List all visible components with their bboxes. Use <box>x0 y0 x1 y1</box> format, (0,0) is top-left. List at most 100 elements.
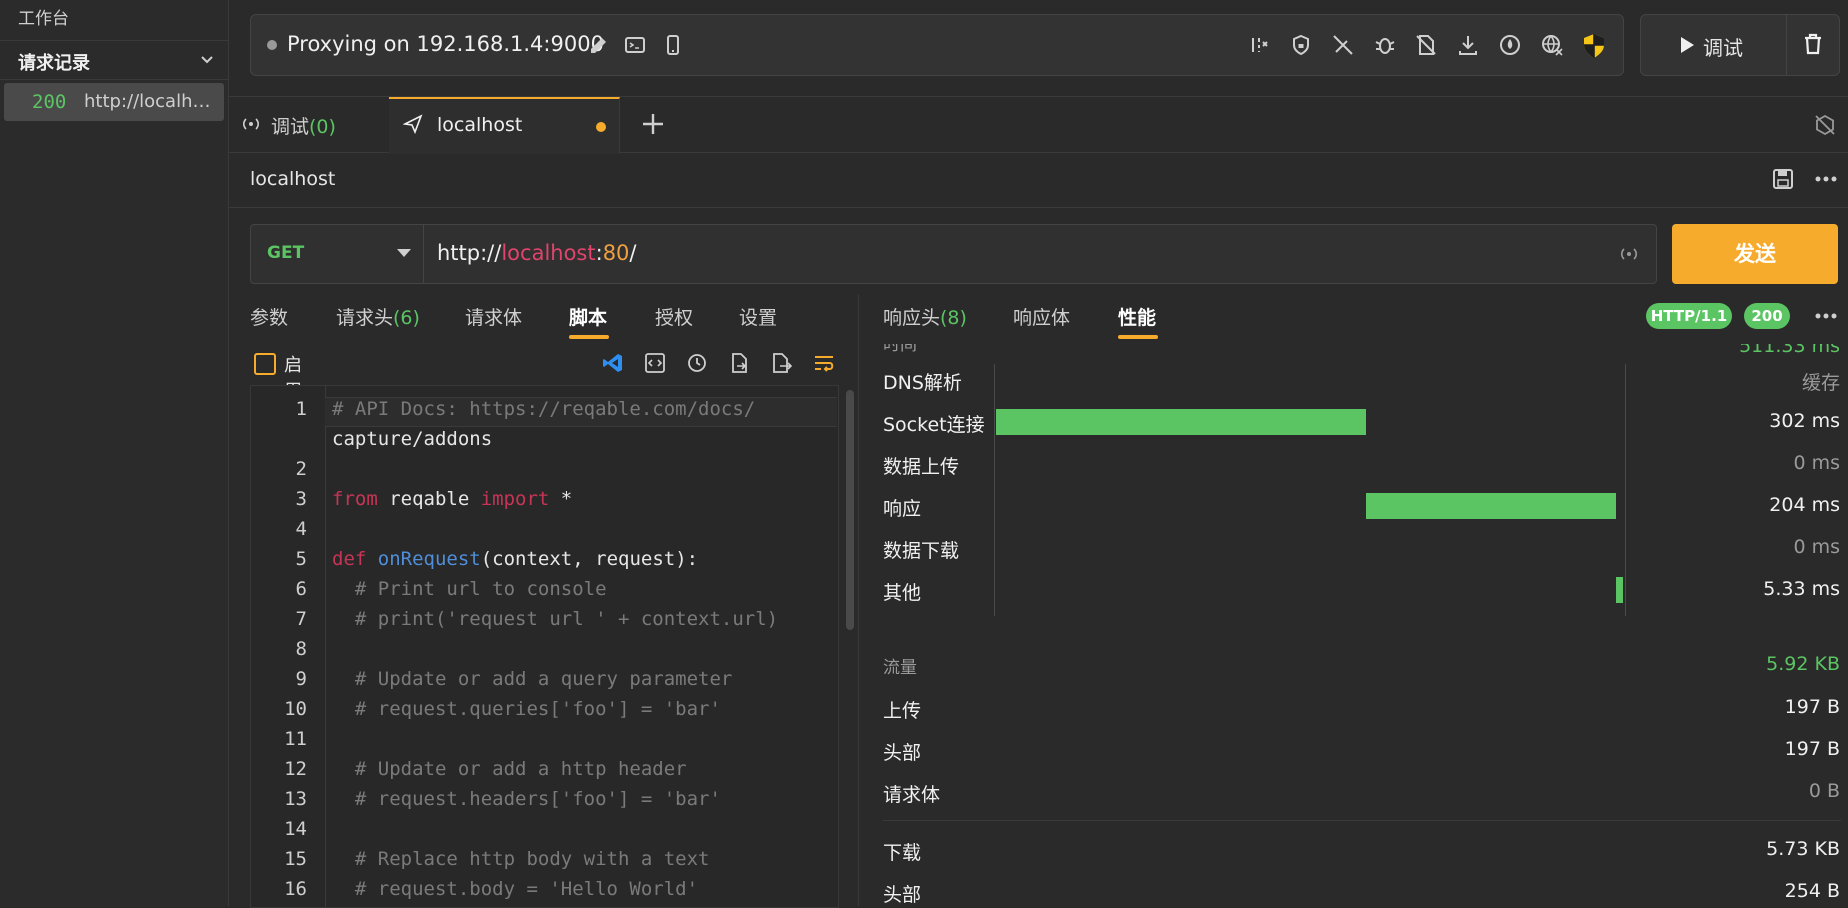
timing-bar <box>1366 493 1617 519</box>
timing-value: 缓存 <box>1801 372 1840 394</box>
history-icon[interactable] <box>686 352 708 374</box>
code-line: capture/addons <box>332 428 493 450</box>
run-label: 调试 <box>1703 36 1743 60</box>
status-badge: 200 <box>1744 303 1790 329</box>
up-headers-value: 197 B <box>1784 738 1840 760</box>
tab-response-headers[interactable]: 响应头(8) <box>883 303 967 330</box>
wrap-text-icon[interactable] <box>813 352 835 374</box>
timing-label: 响应 <box>883 498 922 520</box>
tab-debug[interactable]: 调试(0) <box>229 97 390 152</box>
tab-performance[interactable]: 性能 <box>1118 303 1156 330</box>
send-icon <box>403 114 423 134</box>
timing-label: 数据下载 <box>883 540 960 562</box>
method-select[interactable]: GET <box>251 225 424 283</box>
security-shield-icon[interactable] <box>1582 33 1606 58</box>
up-headers-label: 头部 <box>883 742 922 764</box>
down-headers-label: 头部 <box>883 884 922 906</box>
record-url: http://localhost:80/ <box>84 91 214 112</box>
shield-lock-icon[interactable] <box>1289 33 1313 57</box>
add-tab-icon[interactable] <box>640 111 666 137</box>
code-line: # Update or add a http header <box>332 758 687 780</box>
url-scheme: http:// <box>437 241 502 265</box>
section-title: 请求记录 <box>18 53 90 74</box>
code-icon[interactable] <box>644 352 666 374</box>
url-path: / <box>629 241 637 265</box>
editor-scrollbar[interactable] <box>846 390 854 630</box>
tab-auth[interactable]: 授权 <box>655 303 693 330</box>
timing-value: 5.33 ms <box>1763 578 1840 600</box>
tab-localhost[interactable]: localhost <box>389 97 620 154</box>
checkbox-box <box>254 353 276 375</box>
tab-label: 调试 <box>271 116 310 138</box>
url-bar: GET http://localhost:80/ <box>250 224 1657 284</box>
tab-script[interactable]: 脚本 <box>569 303 607 330</box>
line-number: 4 <box>295 518 307 540</box>
play-icon <box>1679 36 1695 54</box>
line-number: 6 <box>295 578 307 600</box>
file-export-icon[interactable] <box>770 352 792 374</box>
upload-value: 197 B <box>1784 696 1840 718</box>
script-editor[interactable]: 1 # API Docs: https://reqable.com/docs/ca… <box>250 385 839 908</box>
protocol-badge: HTTP/1.1 <box>1646 303 1732 329</box>
timing-label: DNS解析 <box>883 372 962 394</box>
line-number: 16 <box>284 878 307 900</box>
down-headers-value: 254 B <box>1784 880 1840 902</box>
mobile-icon[interactable] <box>661 33 685 57</box>
tab-settings[interactable]: 设置 <box>739 303 777 330</box>
debug-run-button[interactable]: 调试 <box>1640 14 1787 76</box>
tab-request-body[interactable]: 请求体 <box>465 303 522 330</box>
line-number: 2 <box>295 458 307 480</box>
line-number: 3 <box>295 488 307 510</box>
method-value: GET <box>267 243 305 263</box>
line-number: 9 <box>295 668 307 690</box>
code-line: # Print url to console <box>332 578 607 600</box>
request-history-section[interactable]: 请求记录 <box>0 40 228 80</box>
tab-params[interactable]: 参数 <box>250 303 288 330</box>
terminal-icon[interactable] <box>623 33 647 57</box>
workspace-title[interactable]: 工作台 <box>18 4 69 29</box>
line-number: 15 <box>284 848 307 870</box>
clear-button[interactable] <box>1786 14 1840 76</box>
code-line: # Update or add a query parameter <box>332 668 733 690</box>
tab-label: localhost <box>437 114 523 136</box>
code-line: # API Docs: https://reqable.com/docs/ <box>332 398 756 420</box>
tab-response-body[interactable]: 响应体 <box>1013 303 1070 330</box>
no-file-icon[interactable] <box>1414 33 1438 57</box>
timing-value: 302 ms <box>1769 410 1840 432</box>
up-body-value: 0 B <box>1808 780 1840 802</box>
tab-count: (0) <box>309 116 336 138</box>
line-number: 12 <box>284 758 307 780</box>
chevron-down-icon[interactable] <box>200 53 214 67</box>
request-title[interactable]: localhost <box>250 168 335 190</box>
more-icon[interactable] <box>1815 313 1837 319</box>
no-network-icon[interactable] <box>1813 113 1837 137</box>
split-icon[interactable] <box>1247 33 1271 57</box>
vscode-icon[interactable] <box>602 352 624 374</box>
globe-off-icon[interactable] <box>1540 33 1564 57</box>
code-line: # Replace http body with a text <box>332 848 710 870</box>
timing-label: 其他 <box>883 582 922 604</box>
line-number: 7 <box>295 608 307 630</box>
drop-icon[interactable] <box>1498 33 1522 57</box>
timing-value: 0 ms <box>1793 536 1840 558</box>
broadcast-icon[interactable] <box>1619 245 1639 263</box>
upload-label: 上传 <box>883 700 922 722</box>
send-button[interactable]: 发送 <box>1672 224 1838 284</box>
no-edit-icon[interactable] <box>1331 33 1355 57</box>
list-item[interactable]: 200 http://localhost:80/ <box>4 83 224 121</box>
sidebar: 工作台 请求记录 200 http://localhost:80/ <box>0 0 229 906</box>
more-icon[interactable] <box>1815 176 1837 182</box>
save-icon[interactable] <box>1772 168 1794 190</box>
download-icon[interactable] <box>1456 33 1480 57</box>
bug-icon[interactable] <box>1373 33 1397 57</box>
tab-request-headers[interactable]: 请求头(6) <box>336 303 420 330</box>
download-label: 下载 <box>883 842 922 864</box>
url-colon: : <box>595 241 603 265</box>
code-line: # request.body = 'Hello World' <box>332 878 699 900</box>
file-import-icon[interactable] <box>728 352 750 374</box>
code-line: from reqable import * <box>332 488 573 510</box>
timeline-axis <box>1625 364 1626 616</box>
url-input[interactable]: http://localhost:80/ <box>437 241 637 265</box>
active-tab-indicator <box>569 335 609 339</box>
edit-icon[interactable] <box>587 33 611 57</box>
